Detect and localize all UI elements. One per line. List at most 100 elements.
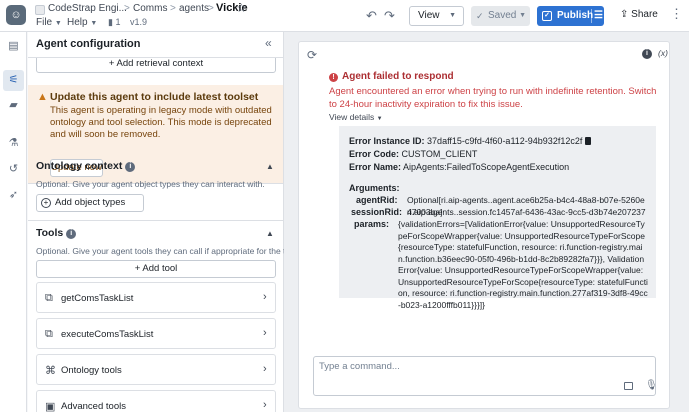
file-count-icon: ▮	[108, 17, 113, 27]
publish-label: Publish	[557, 10, 594, 21]
add-object-types-label: Add object types	[55, 197, 126, 208]
command-box[interactable]: 🎙	[313, 356, 658, 396]
add-object-types-button[interactable]: + Add object types	[36, 194, 144, 212]
chevron-up-icon[interactable]: ▲	[266, 162, 274, 171]
menu-file[interactable]: File ▼	[36, 17, 62, 28]
version-label: v1.9	[130, 17, 148, 27]
error-message: Agent encountered an error when trying t…	[329, 86, 657, 110]
info-icon[interactable]: i	[642, 49, 652, 59]
chevron-down-icon: ▼	[376, 116, 383, 122]
menu-help[interactable]: Help ▼	[67, 17, 97, 28]
view-label: View	[418, 10, 440, 21]
project-icon	[35, 5, 45, 15]
star-icon[interactable]: ☆	[236, 1, 247, 15]
arguments-label: Arguments:	[349, 183, 400, 193]
ontology-icon: ⌘	[45, 365, 56, 377]
ontology-description: Optional. Give your agent object types t…	[36, 179, 265, 189]
rocket-icon[interactable]: ➶	[3, 185, 24, 206]
error-code-label: Error Code:	[349, 149, 400, 159]
menu-file-label: File	[36, 17, 53, 28]
session-rid-value: ri.aip-agents..session.fc1457af-6436-43a…	[407, 207, 646, 217]
chevron-up-icon[interactable]: ▲	[266, 229, 274, 238]
tool-label: executeComsTaskList	[61, 329, 154, 340]
variables-icon[interactable]: (x)	[658, 48, 668, 58]
chevron-down-icon: ▼	[449, 12, 456, 19]
error-name-row: Error Name: AipAgents:FailedToScopeAgent…	[349, 162, 569, 172]
error-instance-row: Error Instance ID: 37daff15-c9fd-4f60-a1…	[349, 136, 592, 146]
params-value: {validationErrors=[ValidationError{value…	[398, 219, 648, 310]
redo-icon[interactable]: ↷	[384, 8, 395, 24]
error-code-row: Error Code: CUSTOM_CLIENT	[349, 149, 477, 159]
breadcrumb-comms[interactable]: Comms	[133, 3, 167, 14]
chat-icon[interactable]: ▰	[3, 95, 24, 116]
ontology-title-text: Ontology context	[36, 160, 123, 172]
agent-rid-label-text: agentRid:	[356, 195, 398, 205]
top-bar: ☺ CodeStrap Engi... > Comms > agents > V…	[0, 0, 689, 32]
chevron-down-icon: ▼	[54, 20, 62, 27]
publish-menu-icon[interactable]: ☰	[594, 6, 603, 26]
config-sliders-icon[interactable]: ⚟	[3, 70, 24, 91]
overview-icon[interactable]: ▤	[3, 36, 24, 57]
refresh-icon[interactable]: ⟳	[307, 48, 317, 62]
divider	[591, 9, 592, 23]
params-label-text: params:	[354, 219, 390, 229]
session-rid-label: sessionRid:	[351, 207, 402, 217]
saved-label: Saved	[488, 10, 517, 21]
image-icon[interactable]	[624, 382, 633, 390]
error-icon: !	[329, 73, 338, 82]
view-details-label: View details	[329, 112, 375, 122]
view-button[interactable]: View ▼	[409, 6, 464, 26]
share-icon: ⇪	[620, 9, 629, 20]
share-label: Share	[631, 9, 658, 20]
tools-title: Tools i	[36, 227, 77, 239]
tool-label: getComsTaskList	[61, 293, 134, 304]
error-name-value: AipAgents:FailedToScopeAgentExecution	[403, 162, 570, 172]
main-area: ⟳ i (x) ! Agent failed to respond Agent e…	[284, 32, 689, 412]
error-instance-label: Error Instance ID:	[349, 136, 425, 146]
tool-item[interactable]: ⧉ executeComsTaskList ›	[36, 318, 276, 349]
file-count-value: 1	[115, 17, 121, 27]
error-title: ! Agent failed to respond	[329, 71, 454, 82]
command-input[interactable]	[319, 361, 599, 372]
file-count: ▮ 1	[108, 17, 120, 28]
undo-icon[interactable]: ↶	[366, 8, 377, 24]
info-icon[interactable]: i	[125, 162, 136, 172]
publish-button[interactable]: ✓ Publish ☰	[537, 6, 604, 26]
chevron-right-icon: ›	[263, 363, 267, 375]
add-tool-label: Add tool	[142, 263, 178, 274]
divider	[28, 220, 284, 221]
breadcrumb-separator: >	[208, 3, 214, 14]
error-name-label: Error Name:	[349, 162, 402, 172]
params-label: params:	[354, 219, 389, 229]
info-icon[interactable]: i	[66, 229, 77, 239]
project-name[interactable]: CodeStrap Engi...	[48, 3, 127, 14]
tool-item[interactable]: ▣ Advanced tools ›	[36, 390, 276, 412]
tool-item[interactable]: ⌘ Ontology tools ›	[36, 354, 276, 385]
history-icon[interactable]: ↺	[3, 159, 24, 180]
tool-item[interactable]: ⧉ getComsTaskList ›	[36, 282, 276, 313]
plus-icon: +	[134, 263, 141, 274]
add-tool-button[interactable]: + Add tool	[36, 260, 276, 278]
breadcrumb-agents[interactable]: agents	[179, 3, 209, 14]
copy-icon[interactable]	[585, 137, 592, 145]
session-rid-label-text: sessionRid:	[351, 207, 403, 217]
breadcrumb-separator: >	[170, 3, 176, 14]
tools-title-text: Tools	[36, 227, 64, 239]
publish-icon: ✓	[542, 11, 552, 21]
chevron-down-icon: ▼	[90, 20, 98, 27]
share-button[interactable]: ⇪ Share	[620, 9, 658, 20]
flask-icon[interactable]: ⚗	[3, 133, 24, 154]
chevron-down-icon: ▼	[519, 12, 526, 19]
tools-description: Optional. Give your agent tools they can…	[36, 246, 284, 256]
more-options-icon[interactable]: ⋮	[670, 6, 683, 22]
chevron-right-icon: ›	[263, 327, 267, 339]
tool-label: Advanced tools	[61, 401, 126, 412]
agent-rid-label: agentRid:	[356, 195, 398, 205]
saved-button[interactable]: ✓ Saved ▼	[471, 6, 530, 26]
view-details-toggle[interactable]: View details ▼	[329, 112, 383, 122]
microphone-icon[interactable]: 🎙	[645, 380, 658, 391]
app-logo-icon[interactable]: ☺	[6, 5, 26, 25]
function-icon: ⧉	[45, 328, 53, 340]
error-instance-value: 37daff15-c9fd-4f60-a112-94b932f12c2f	[427, 136, 583, 146]
tool-label: Ontology tools	[61, 365, 122, 376]
